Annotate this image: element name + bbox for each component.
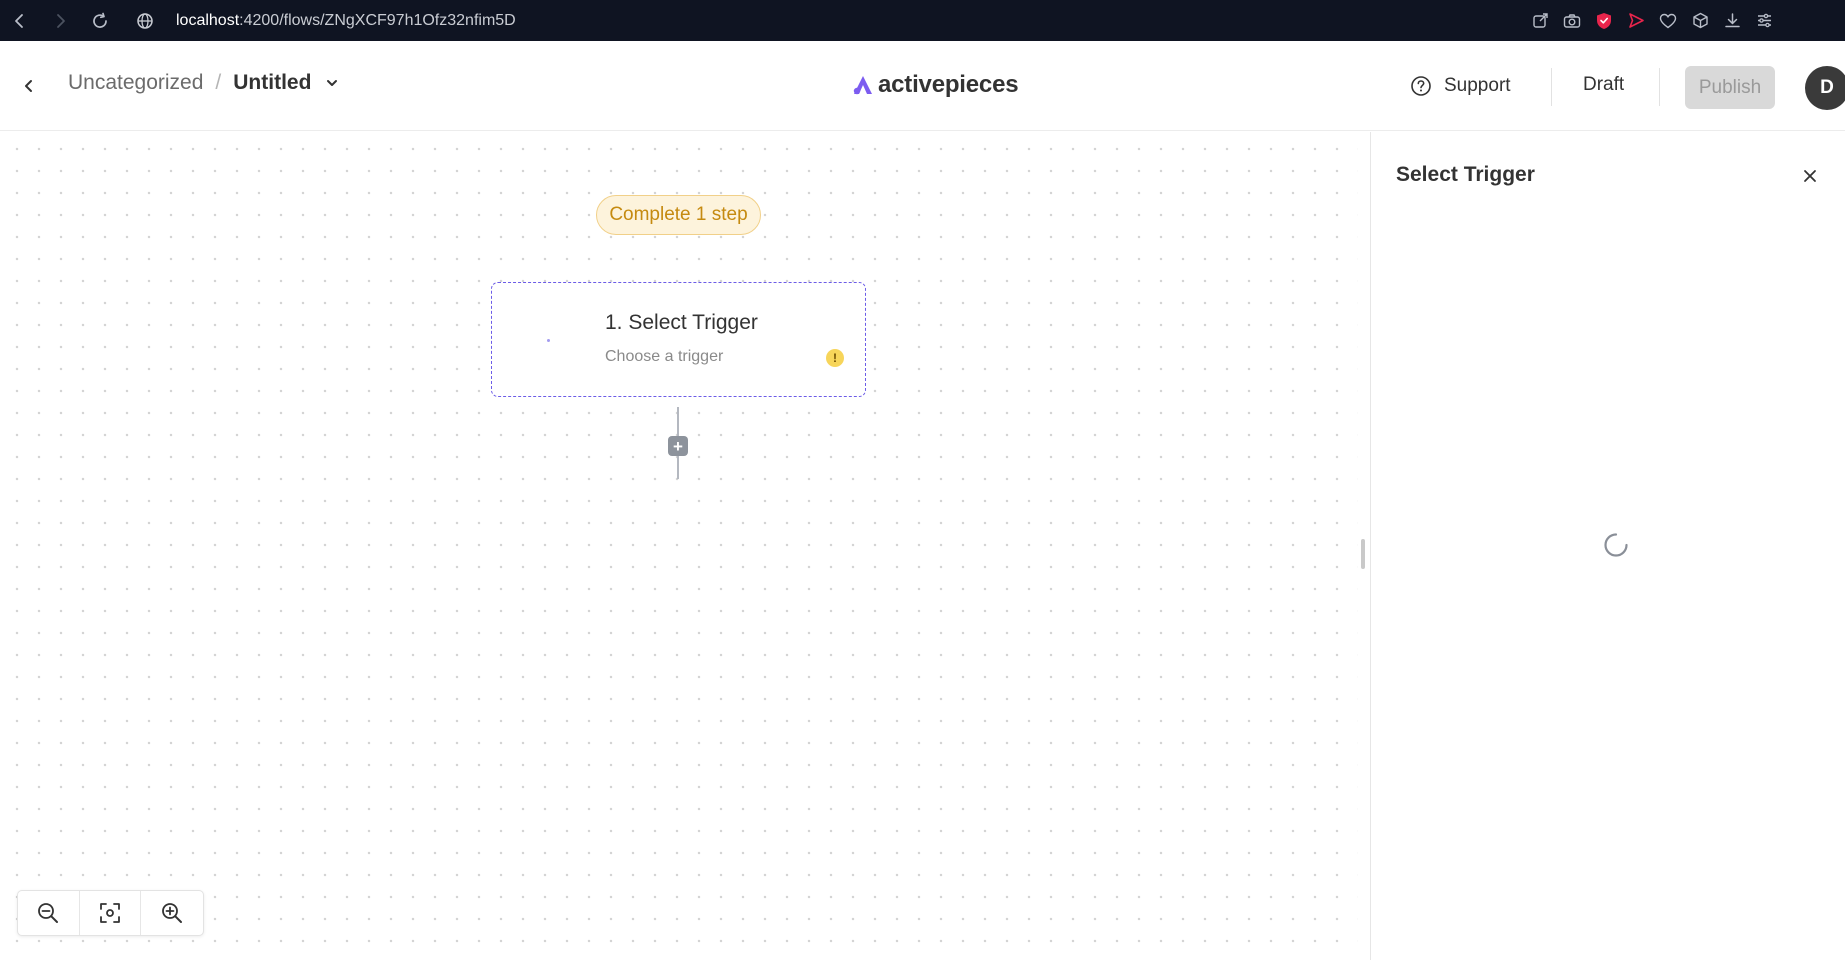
activepieces-logo-icon — [853, 76, 872, 95]
zoom-out-button[interactable] — [18, 891, 80, 935]
browser-forward-button[interactable] — [40, 0, 80, 41]
url-path: :4200/flows/ZNgXCF97h1Ofz32nfim5D — [239, 11, 516, 29]
trigger-step-title: 1. Select Trigger — [605, 311, 758, 334]
flow-menu-chevron-down-icon[interactable] — [325, 76, 339, 90]
user-avatar[interactable]: D — [1805, 66, 1845, 110]
arrow-left-icon — [15, 13, 23, 28]
logo-text: activepieces — [878, 71, 1019, 98]
browser-toolbar: localhost:4200/flows/ZNgXCF97h1Ofz32nfim… — [0, 0, 1845, 41]
flow-canvas[interactable]: Complete 1 step 1. Select Trigger Choose… — [0, 132, 1358, 960]
close-icon — [1804, 170, 1816, 182]
site-info-icon[interactable] — [136, 12, 154, 30]
zoom-in-icon — [162, 903, 183, 923]
reload-icon — [93, 12, 107, 28]
header-divider — [1551, 68, 1552, 106]
trigger-step-card[interactable]: 1. Select Trigger Choose a trigger ! — [491, 282, 866, 397]
download-icon[interactable] — [1716, 0, 1748, 41]
close-panel-button[interactable] — [1796, 162, 1824, 190]
chevron-left-icon — [25, 80, 32, 92]
send-extension-icon[interactable] — [1620, 0, 1652, 41]
loading-spinner-icon — [1604, 533, 1628, 557]
support-button[interactable]: Support — [1410, 67, 1511, 105]
arrow-right-icon — [57, 13, 65, 28]
panel-resize-handle[interactable] — [1361, 539, 1365, 569]
back-button[interactable] — [14, 71, 44, 101]
share-icon[interactable] — [1524, 0, 1556, 41]
flow-status-label: Draft — [1583, 74, 1625, 95]
warning-icon: ! — [826, 349, 844, 367]
heart-icon[interactable] — [1652, 0, 1684, 41]
browser-reload-button[interactable] — [80, 0, 120, 41]
breadcrumb: Uncategorized / Untitled — [68, 71, 339, 95]
camera-icon[interactable] — [1556, 0, 1588, 41]
breadcrumb-folder[interactable]: Uncategorized — [68, 71, 203, 95]
url-host: localhost — [176, 11, 240, 29]
activepieces-logo: activepieces — [852, 71, 1019, 99]
settings-sliders-icon[interactable] — [1748, 0, 1780, 41]
panel-title: Select Trigger — [1396, 163, 1535, 186]
zoom-controls — [17, 890, 204, 936]
zoom-out-icon — [38, 903, 59, 923]
breadcrumb-separator: / — [215, 71, 222, 94]
fit-view-icon — [100, 903, 120, 923]
zoom-in-button[interactable] — [141, 891, 203, 935]
flow-name[interactable]: Untitled — [233, 71, 311, 95]
trigger-step-subtitle: Choose a trigger — [605, 348, 724, 365]
fit-view-button[interactable] — [80, 891, 142, 935]
select-trigger-panel: Select Trigger — [1370, 132, 1845, 960]
address-bar[interactable]: localhost:4200/flows/ZNgXCF97h1Ofz32nfim… — [176, 12, 516, 30]
browser-extensions — [1524, 0, 1780, 41]
step-icon-placeholder — [547, 339, 550, 342]
builder-header: Uncategorized / Untitled activepieces Su… — [0, 41, 1845, 131]
help-circle-icon — [1411, 76, 1431, 96]
add-step-button[interactable]: + — [668, 436, 688, 456]
cube-icon[interactable] — [1684, 0, 1716, 41]
support-label: Support — [1444, 75, 1511, 96]
browser-back-button[interactable] — [0, 0, 40, 41]
header-divider — [1659, 68, 1660, 106]
shield-extension-icon[interactable] — [1588, 0, 1620, 41]
publish-button[interactable]: Publish — [1685, 66, 1775, 109]
incomplete-steps-badge: Complete 1 step — [596, 195, 761, 235]
